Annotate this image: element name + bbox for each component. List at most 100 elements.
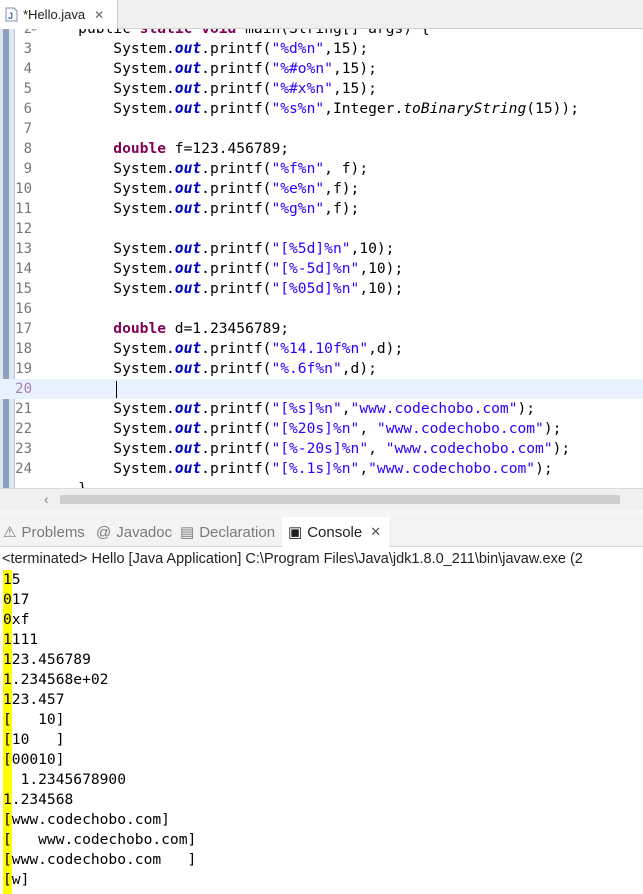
code-line[interactable]: 22 System.out.printf("[%20s]%n", "www.co… [0,419,643,439]
code-token: .printf( [201,280,272,297]
tab-console[interactable]: ▣ Console ✕ [282,517,390,547]
code-line[interactable]: } [0,479,643,488]
code-token: out [174,180,202,197]
code-token: out [174,240,202,257]
code-token: out [174,80,202,97]
java-file-icon: J [5,7,19,22]
code-line[interactable]: 7 [0,119,643,139]
code-token: "[%-20s]%n" [271,440,369,457]
editor-tab-hello-java[interactable]: J *Hello.java ✕ [0,0,118,29]
horizontal-scrollbar[interactable]: ‹ [0,488,643,510]
code-line[interactable]: 16 [0,299,643,319]
code-token: ,15); [332,60,377,77]
code-text: System.out.printf("%f%n", f); [43,159,368,179]
code-line[interactable]: 20 [0,379,643,399]
code-token: "%e%n" [271,180,325,197]
code-line[interactable]: 18 System.out.printf("%14.10f%n",d); [0,339,643,359]
line-number: 7 [23,121,32,137]
code-token: void [201,29,236,37]
code-token: main(String[] args) { [236,29,430,37]
fold-collapse-icon[interactable]: ⊖ [31,29,37,39]
code-token: System. [43,420,175,437]
code-line[interactable]: 3 System.out.printf("%d%n",15); [0,39,643,59]
line-number: 24 [15,461,32,477]
code-token: .printf( [201,200,272,217]
code-line[interactable]: 15 System.out.printf("[%05d]%n",10); [0,279,643,299]
code-token: out [174,100,202,117]
console-output[interactable]: 15 017 0xf 1111 123.456789 1.234568e+02 123.45… [0,570,643,894]
code-token: "%s%n" [271,100,325,117]
line-number: 14 [15,261,32,277]
line-number: 19 [15,361,32,377]
tab-problems[interactable]: ⚠ Problems [3,517,91,547]
code-token: out [174,440,202,457]
code-line[interactable]: 10 System.out.printf("%e%n",f); [0,179,643,199]
code-token: out [174,260,202,277]
code-token: out [174,60,202,77]
code-token: out [174,200,202,217]
close-icon[interactable]: ✕ [94,8,104,22]
code-token: System. [43,260,175,277]
code-token: double [113,320,167,337]
code-line[interactable]: 24 System.out.printf("[%.1s]%n","www.cod… [0,459,643,479]
code-line[interactable]: 6 System.out.printf("%s%n",Integer.toBin… [0,99,643,119]
tab-label: Declaration [199,523,276,541]
code-line[interactable]: 14 System.out.printf("[%-5d]%n",10); [0,259,643,279]
console-output-line: 1111 [3,631,39,648]
code-token: System. [43,40,175,57]
code-line[interactable]: 11 System.out.printf("%g%n",f); [0,199,643,219]
code-token: System. [43,80,175,97]
code-token: .printf( [201,400,272,417]
code-line[interactable]: 23 System.out.printf("[%-20s]%n", "www.c… [0,439,643,459]
close-icon[interactable]: ✕ [370,524,381,540]
editor-tab-bar: J *Hello.java ✕ [0,0,643,29]
code-token: .printf( [201,340,272,357]
line-number: 23 [15,441,32,457]
code-line[interactable]: 19 System.out.printf("%.6f%n",d); [0,359,643,379]
tab-javadoc[interactable]: @ Javadoc [96,517,178,547]
line-number: 8 [23,141,32,157]
console-output-line: 017 [3,591,30,608]
panel-divider[interactable] [0,510,643,517]
code-token: , [368,440,386,457]
code-token: } [43,480,87,488]
scroll-left-arrow-icon[interactable]: ‹ [44,491,49,507]
console-output-line: 15 [3,571,21,588]
code-text: System.out.printf("%#o%n",15); [43,59,377,79]
code-text: System.out.printf("[%20s]%n", "www.codec… [43,419,561,439]
code-token: .printf( [201,160,272,177]
line-number: 11 [15,201,32,217]
code-token: "[%.1s]%n" [271,460,360,477]
console-status-line: <terminated> Hello [Java Application] C:… [2,551,583,567]
code-token: System. [43,100,175,117]
code-line[interactable]: 21 System.out.printf("[%s]%n","www.codec… [0,399,643,419]
console-output-line: 123.457 [3,691,65,708]
code-line[interactable]: 2⊖ public static void main(String[] args… [0,29,643,39]
code-line[interactable]: 12 [0,219,643,239]
code-line[interactable]: 17 double d=1.23456789; [0,319,643,339]
console-icon: ▣ [288,524,303,541]
console-output-line: 123.456789 [3,651,91,668]
code-lines: 2⊖ public static void main(String[] args… [0,29,643,488]
code-line[interactable]: 13 System.out.printf("[%5d]%n",10); [0,239,643,259]
code-token: System. [43,460,175,477]
code-token: ,Integer. [324,100,404,117]
tab-label: Javadoc [116,523,173,541]
code-text: System.out.printf("[%.1s]%n","www.codech… [43,459,552,479]
code-token: ,f); [324,200,360,217]
line-number: 15 [15,281,32,297]
code-line[interactable]: 8 double f=123.456789; [0,139,643,159]
tab-declaration[interactable]: ▤ Declaration [180,517,281,547]
code-editor[interactable]: 2⊖ public static void main(String[] args… [0,29,643,488]
scrollbar-thumb[interactable] [60,495,620,504]
code-text: System.out.printf("%g%n",f); [43,199,359,219]
code-line[interactable]: 5 System.out.printf("%#x%n",15); [0,79,643,99]
code-token: ,15); [332,80,377,97]
code-text: System.out.printf("[%05d]%n",10); [43,279,403,299]
code-line[interactable]: 4 System.out.printf("%#o%n",15); [0,59,643,79]
code-token: (15)); [526,100,579,117]
code-line[interactable]: 9 System.out.printf("%f%n", f); [0,159,643,179]
declaration-icon: ▤ [180,524,195,541]
code-token: out [174,340,202,357]
code-text: } [43,479,87,488]
